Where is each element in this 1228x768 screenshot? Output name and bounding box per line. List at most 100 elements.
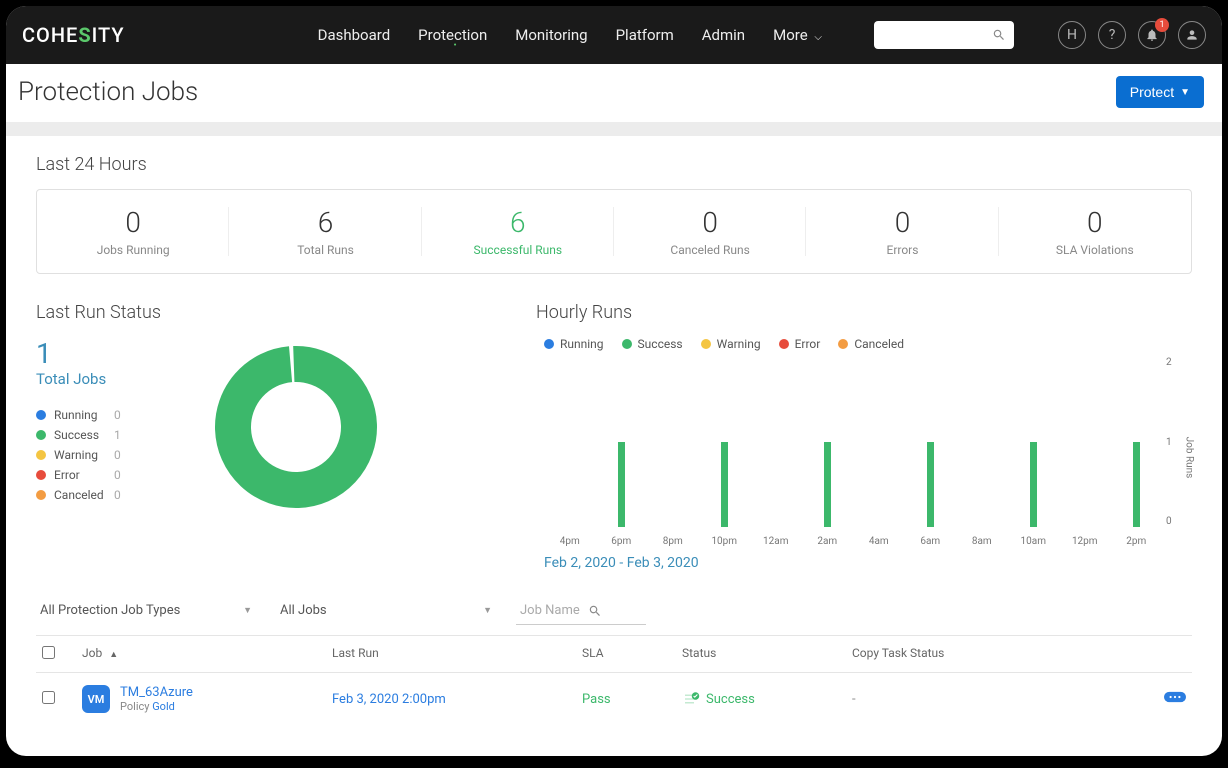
bar-slot bbox=[956, 357, 1008, 527]
legend-dot-icon bbox=[36, 430, 46, 440]
legend-label: Warning bbox=[54, 448, 106, 462]
filter-job-types[interactable]: All Protection Job Types ▼ bbox=[36, 597, 256, 625]
row-checkbox[interactable] bbox=[42, 691, 55, 704]
main-nav: Dashboard Protection Monitoring Platform… bbox=[318, 21, 1206, 49]
stat-value: 6 bbox=[422, 206, 614, 239]
x-tick: 10am bbox=[1008, 536, 1060, 547]
logo-text-post: ITY bbox=[92, 23, 125, 47]
nav-admin[interactable]: Admin bbox=[702, 26, 745, 44]
legend-value: 1 bbox=[114, 428, 121, 442]
stat-label: Canceled Runs bbox=[614, 243, 806, 257]
row-actions-icon[interactable] bbox=[1164, 690, 1186, 704]
bar-slot bbox=[1111, 357, 1163, 527]
legend-item: Canceled bbox=[838, 337, 904, 351]
bar-slot bbox=[853, 357, 905, 527]
stat-label: Total Runs bbox=[229, 243, 421, 257]
last-run-link[interactable]: Feb 3, 2020 2:00pm bbox=[332, 692, 582, 707]
y-tick: 0 bbox=[1166, 516, 1172, 527]
stat-card: 0 Jobs Running bbox=[37, 190, 229, 273]
cluster-label: H bbox=[1067, 27, 1077, 43]
legend-label: Running bbox=[560, 337, 604, 351]
bar-slot bbox=[699, 357, 751, 527]
help-icon[interactable]: ? bbox=[1098, 21, 1126, 49]
filter-job-name-placeholder: Job Name bbox=[520, 603, 580, 618]
content: Last 24 Hours 0 Jobs Running6 Total Runs… bbox=[6, 136, 1222, 756]
filter-scope[interactable]: All Jobs ▼ bbox=[276, 597, 496, 625]
th-status[interactable]: Status bbox=[682, 646, 852, 662]
page-title: Protection Jobs bbox=[18, 77, 198, 107]
legend-label: Success bbox=[638, 337, 683, 351]
protect-button[interactable]: Protect ▼ bbox=[1116, 76, 1204, 108]
th-job[interactable]: Job ▲ bbox=[82, 646, 332, 662]
legend-value: 0 bbox=[114, 408, 121, 422]
stat-value: 0 bbox=[806, 206, 998, 239]
nav-platform[interactable]: Platform bbox=[616, 26, 674, 44]
bar bbox=[721, 442, 728, 527]
y-tick: 2 bbox=[1166, 357, 1172, 368]
help-label: ? bbox=[1109, 27, 1116, 43]
stat-label: Errors bbox=[806, 243, 998, 257]
legend-item: Error bbox=[779, 337, 821, 351]
job-name-link[interactable]: TM_63Azure bbox=[120, 685, 193, 700]
bar bbox=[824, 442, 831, 527]
legend-label: Error bbox=[54, 468, 106, 482]
legend-label: Running bbox=[54, 408, 106, 422]
total-jobs-value: 1 bbox=[36, 337, 176, 370]
stats-title: Last 24 Hours bbox=[36, 154, 1192, 175]
legend-value: 0 bbox=[114, 448, 121, 462]
stat-value: 6 bbox=[229, 206, 421, 239]
bell-icon[interactable]: 1 bbox=[1138, 21, 1166, 49]
legend-item: Success 1 bbox=[36, 428, 176, 442]
filter-scope-label: All Jobs bbox=[280, 603, 327, 618]
th-lastrun[interactable]: Last Run bbox=[332, 646, 582, 662]
bar-slot bbox=[1059, 357, 1111, 527]
copy-task-value: - bbox=[852, 692, 1136, 707]
bar bbox=[1133, 442, 1140, 527]
x-tick: 8pm bbox=[647, 536, 699, 547]
x-tick: 4pm bbox=[544, 536, 596, 547]
filter-job-name[interactable]: Job Name bbox=[516, 597, 646, 625]
hourly-chart: 210 Job Runs 4pm6pm8pm10pm12am2am4am6am8… bbox=[544, 357, 1192, 547]
legend-item: Warning 0 bbox=[36, 448, 176, 462]
legend-value: 0 bbox=[114, 468, 121, 482]
caret-down-icon: ▼ bbox=[1180, 87, 1190, 98]
logo-text-s: S bbox=[78, 23, 91, 47]
legend-label: Canceled bbox=[854, 337, 904, 351]
legend-item: Running 0 bbox=[36, 408, 176, 422]
last-run-title: Last Run Status bbox=[36, 302, 496, 323]
job-policy-link[interactable]: Gold bbox=[152, 700, 175, 713]
hourly-date-range[interactable]: Feb 2, 2020 - Feb 3, 2020 bbox=[544, 555, 1192, 571]
divider-strip bbox=[6, 122, 1222, 136]
stat-card: 6 Successful Runs bbox=[422, 190, 614, 273]
legend-dot-icon bbox=[36, 490, 46, 500]
x-tick: 12pm bbox=[1059, 536, 1111, 547]
legend-item: Error 0 bbox=[36, 468, 176, 482]
legend-item: Canceled 0 bbox=[36, 488, 176, 502]
stat-card: 6 Total Runs bbox=[229, 190, 421, 273]
global-search[interactable] bbox=[874, 21, 1014, 49]
nav-monitoring[interactable]: Monitoring bbox=[515, 26, 587, 44]
bar-slot bbox=[802, 357, 854, 527]
x-tick: 4am bbox=[853, 536, 905, 547]
stats-row: 0 Jobs Running6 Total Runs6 Successful R… bbox=[36, 189, 1192, 274]
cluster-icon[interactable]: H bbox=[1058, 21, 1086, 49]
x-axis: 4pm6pm8pm10pm12am2am4am6am8am10am12pm2pm bbox=[544, 536, 1162, 547]
select-all-checkbox[interactable] bbox=[42, 646, 55, 659]
x-tick: 2am bbox=[802, 536, 854, 547]
th-copy[interactable]: Copy Task Status bbox=[852, 646, 1136, 662]
user-icon[interactable] bbox=[1178, 21, 1206, 49]
stat-card: 0 Errors bbox=[806, 190, 998, 273]
nav-dashboard[interactable]: Dashboard bbox=[318, 26, 391, 44]
nav-more[interactable]: More ⌵ bbox=[773, 26, 822, 44]
nav-more-label: More bbox=[773, 26, 808, 44]
nav-protection[interactable]: Protection bbox=[418, 26, 487, 44]
stat-value: 0 bbox=[37, 206, 229, 239]
user-svg bbox=[1185, 28, 1199, 42]
y-axis-label: Job Runs bbox=[1184, 437, 1195, 479]
th-job-label: Job bbox=[82, 646, 102, 660]
th-sla[interactable]: SLA bbox=[582, 646, 682, 662]
legend-dot-icon bbox=[622, 339, 632, 349]
sort-asc-icon: ▲ bbox=[109, 650, 118, 660]
top-bar: COHESITY Dashboard Protection Monitoring… bbox=[6, 6, 1222, 64]
legend-label: Success bbox=[54, 428, 106, 442]
